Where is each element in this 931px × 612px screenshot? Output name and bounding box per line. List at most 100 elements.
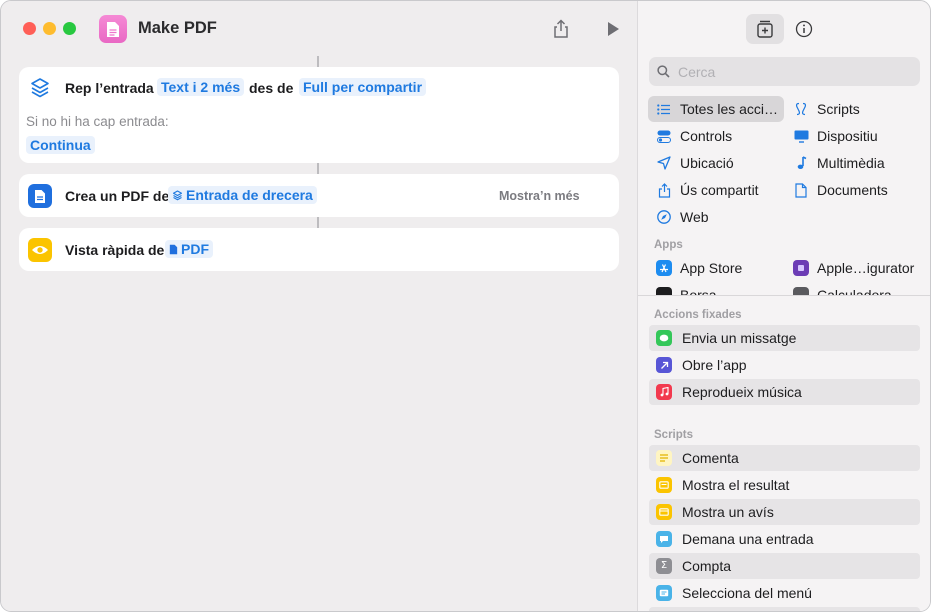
script-comment[interactable]: Comenta xyxy=(649,445,920,471)
category-label: Web xyxy=(680,209,709,225)
action-label-from: des de xyxy=(249,80,294,96)
zoom-window-button[interactable] xyxy=(63,22,76,35)
minimize-window-button[interactable] xyxy=(43,22,56,35)
connector-line xyxy=(317,217,319,228)
pinned-send-message[interactable]: Envia un missatge xyxy=(649,325,920,351)
apple-configurator-icon xyxy=(793,260,809,276)
eye-icon xyxy=(28,238,52,262)
pinned-actions-header: Accions fixades xyxy=(654,309,742,321)
token-text: Entrada de drecera xyxy=(186,187,313,203)
action-library-tab[interactable] xyxy=(746,14,784,44)
action-label: Reprodueix música xyxy=(682,384,802,400)
share-icon xyxy=(554,19,568,38)
document-icon xyxy=(169,244,178,254)
category-label: Controls xyxy=(680,128,733,144)
library-plus-icon xyxy=(757,20,773,38)
details-tab[interactable] xyxy=(785,14,823,44)
search-field[interactable]: Cerca xyxy=(649,57,920,86)
pinned-play-music[interactable]: Reprodueix música xyxy=(649,379,920,405)
action-label: Demana una entrada xyxy=(682,531,814,547)
suggestions-panel: Accions fixades Envia un missatge Obre l… xyxy=(638,296,930,611)
category-label: Dispositiu xyxy=(817,128,878,144)
window-title: Make PDF xyxy=(138,19,217,37)
play-icon xyxy=(608,22,619,36)
category-all-actions[interactable]: Totes les acci… xyxy=(648,96,784,122)
layers-icon xyxy=(172,189,183,200)
connector-line xyxy=(317,56,319,67)
category-controls[interactable]: Controls xyxy=(648,123,732,149)
editor-pane: Make PDF Rep l’entrada Text i 2 més des … xyxy=(1,1,637,611)
menu-list-icon xyxy=(656,585,672,601)
pinned-open-app[interactable]: Obre l’app xyxy=(649,352,920,378)
action-library-sidebar: Cerca Totes les acci… Controls Ubicació xyxy=(637,1,930,611)
app-label: Calculadora xyxy=(817,287,892,295)
close-window-button[interactable] xyxy=(23,22,36,35)
action-label: Mostra el resultat xyxy=(682,477,790,493)
share-icon xyxy=(656,182,672,198)
share-button[interactable] xyxy=(549,17,573,41)
info-icon xyxy=(795,20,813,38)
shortcuts-window: Make PDF Rep l’entrada Text i 2 més des … xyxy=(0,0,931,612)
monitor-icon xyxy=(793,128,809,144)
script-show-result[interactable]: Mostra el resultat xyxy=(649,472,920,498)
continue-token[interactable]: Continua xyxy=(26,136,95,154)
app-label: Borsa xyxy=(680,287,717,295)
action-label: Selecciona del menú xyxy=(682,585,812,601)
action-label: Comenta xyxy=(682,450,739,466)
action-quick-look[interactable]: Vista ràpida de PDF xyxy=(19,228,619,271)
list-icon xyxy=(656,101,672,117)
app-calculator[interactable]: Calculadora xyxy=(793,283,892,295)
music-note-icon xyxy=(793,155,809,171)
app-label: Apple…igurator xyxy=(817,260,915,276)
category-location[interactable]: Ubicació xyxy=(648,150,734,176)
script-choose-from-menu[interactable]: Selecciona del menú xyxy=(649,580,920,606)
action-label: Vista ràpida de xyxy=(65,242,165,258)
category-scripts[interactable]: Scripts xyxy=(785,96,860,122)
category-web[interactable]: Web xyxy=(648,204,709,230)
category-device[interactable]: Dispositiu xyxy=(785,123,878,149)
category-media[interactable]: Multimèdia xyxy=(785,150,885,176)
action-label: Obre l’app xyxy=(682,357,747,373)
ask-input-bubble-icon xyxy=(656,531,672,547)
shortcut-icon[interactable] xyxy=(99,15,127,43)
document-icon xyxy=(793,182,809,198)
layers-icon xyxy=(28,76,52,100)
show-more-button[interactable]: Mostra’n més xyxy=(499,189,580,203)
app-label: App Store xyxy=(680,260,743,276)
action-receive-input[interactable]: Rep l’entrada Text i 2 més des de Full p… xyxy=(19,67,619,163)
input-types-token[interactable]: Text i 2 més xyxy=(157,78,245,96)
action-label: Envia un missatge xyxy=(682,330,797,346)
pdf-token[interactable]: PDF xyxy=(165,240,213,258)
category-documents[interactable]: Documents xyxy=(785,177,888,203)
app-apple-configurator[interactable]: Apple…igurator xyxy=(793,256,914,280)
sigma-icon: Σ xyxy=(656,558,672,574)
action-make-pdf[interactable]: Crea un PDF de Entrada de drecera Mostra… xyxy=(19,174,619,217)
category-label: Ús compartit xyxy=(680,182,759,198)
app-store-icon xyxy=(656,260,672,276)
apps-list: App Store Apple…igurator Borsa Calculado… xyxy=(638,255,930,295)
category-sharing[interactable]: Ús compartit xyxy=(648,177,759,203)
search-icon xyxy=(657,65,670,78)
app-app-store[interactable]: App Store xyxy=(656,256,742,280)
action-label: Compta xyxy=(682,558,732,574)
action-label: Mostra un avís xyxy=(682,504,774,520)
script-ask-for-input[interactable]: Demana una entrada xyxy=(649,526,920,552)
category-label: Totes les acci… xyxy=(680,101,779,117)
shortcut-input-token[interactable]: Entrada de drecera xyxy=(168,186,317,204)
share-sheet-token[interactable]: Full per compartir xyxy=(299,78,427,96)
scripts-header: Scripts xyxy=(654,429,693,441)
location-arrow-icon xyxy=(656,155,672,171)
action-label: Crea un PDF de xyxy=(65,188,170,204)
token-text: PDF xyxy=(181,241,209,257)
script-show-alert[interactable]: Mostra un avís xyxy=(649,499,920,525)
script-count[interactable]: Σ Compta xyxy=(649,553,920,579)
show-result-icon xyxy=(656,477,672,493)
no-input-label: Si no hi ha cap entrada: xyxy=(26,114,169,129)
script-next-row-partial xyxy=(649,607,920,611)
compass-icon xyxy=(656,209,672,225)
category-label: Ubicació xyxy=(680,155,734,171)
run-button[interactable] xyxy=(601,17,625,41)
calculator-icon xyxy=(793,287,809,295)
category-label: Documents xyxy=(817,182,888,198)
app-stocks[interactable]: Borsa xyxy=(656,283,717,295)
